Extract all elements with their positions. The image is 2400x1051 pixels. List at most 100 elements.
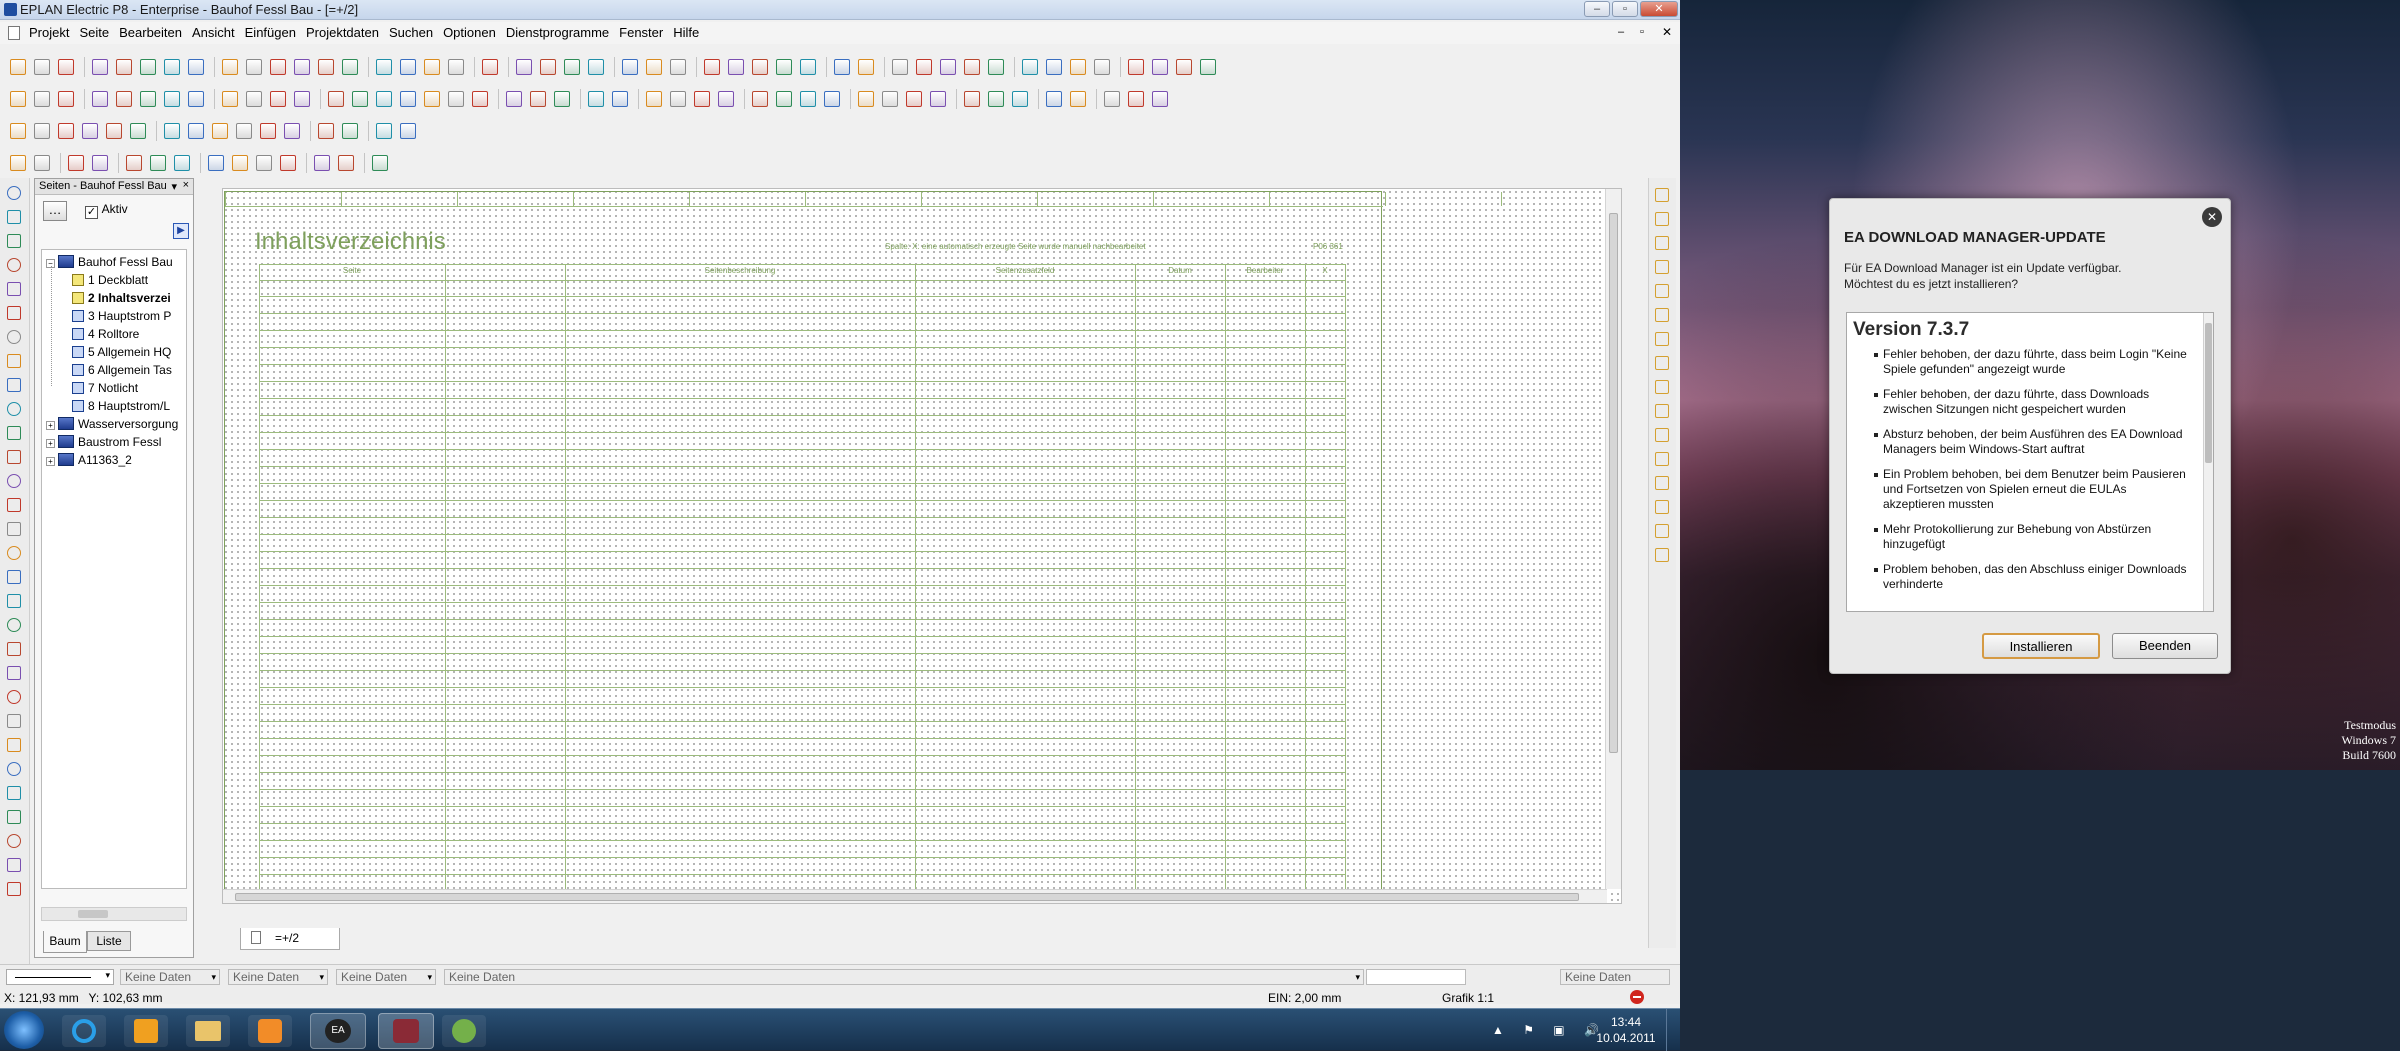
show-desktop-button[interactable]	[1666, 1009, 1680, 1051]
toolbar-tool-icon[interactable]	[376, 59, 392, 75]
toolbar-tool-icon[interactable]	[82, 123, 98, 139]
drawing-tool-icon[interactable]	[7, 186, 21, 200]
toolbar-tool-icon[interactable]	[372, 155, 388, 171]
drawing-tool-icon[interactable]	[7, 450, 21, 464]
canvas-hscrollbar[interactable]	[223, 889, 1607, 903]
toolbar-tool-icon[interactable]	[670, 59, 686, 75]
toolbar-tool-icon[interactable]	[554, 91, 570, 107]
drawing-tool-icon[interactable]	[7, 474, 21, 488]
tree-node[interactable]: 5 Allgemein HQ	[72, 344, 171, 361]
maximize-button[interactable]: ▫	[1612, 1, 1638, 17]
toolbar-tool-icon[interactable]	[1128, 59, 1144, 75]
toolbar-tool-icon[interactable]	[10, 59, 26, 75]
toolbar-tool-icon[interactable]	[58, 123, 74, 139]
symbol-tool-icon[interactable]	[1655, 500, 1669, 514]
symbol-tool-icon[interactable]	[1655, 428, 1669, 442]
toolbar-tool-icon[interactable]	[752, 59, 768, 75]
toolbar-tool-icon[interactable]	[752, 91, 768, 107]
toolbar-tool-icon[interactable]	[1200, 59, 1216, 75]
toolbar-tool-icon[interactable]	[448, 59, 464, 75]
install-button[interactable]: Installieren	[1982, 633, 2100, 659]
combo-5[interactable]: Keine Daten	[1560, 969, 1670, 985]
toolbar-tool-icon[interactable]	[318, 123, 334, 139]
tree-node[interactable]: − Bauhof Fessl Bau	[46, 254, 173, 271]
checkbox-box[interactable]: ✓	[85, 206, 98, 219]
toolbar-tool-icon[interactable]	[1046, 91, 1062, 107]
notes-scrollbar[interactable]	[2203, 313, 2213, 611]
expand-toggle-icon[interactable]: +	[46, 439, 55, 448]
toolbar-tool-icon[interactable]	[92, 155, 108, 171]
toolbar-tool-icon[interactable]	[506, 91, 522, 107]
toolbar-tool-icon[interactable]	[940, 59, 956, 75]
toolbar-tool-icon[interactable]	[164, 59, 180, 75]
tray-icons[interactable]: ▲ ⚑ ▣ 🔊	[1492, 1023, 1607, 1037]
toolbar-tool-icon[interactable]	[58, 59, 74, 75]
toolbar-tool-icon[interactable]	[376, 91, 392, 107]
apply-filter-button[interactable]: ▶	[173, 223, 189, 239]
toolbar-tool-icon[interactable]	[424, 59, 440, 75]
tree-node[interactable]: + Wasserversorgung	[46, 416, 178, 433]
symbol-tool-icon[interactable]	[1655, 284, 1669, 298]
expand-toggle-icon[interactable]: +	[46, 457, 55, 466]
toolbar-tool-icon[interactable]	[694, 91, 710, 107]
toolbar-tool-icon[interactable]	[338, 155, 354, 171]
drawing-tool-icon[interactable]	[7, 522, 21, 536]
drawing-tool-icon[interactable]	[7, 858, 21, 872]
toolbar-tool-icon[interactable]	[208, 155, 224, 171]
toolbar-tool-icon[interactable]	[892, 59, 908, 75]
menu-item-suchen[interactable]: Suchen	[384, 22, 438, 43]
symbol-tool-icon[interactable]	[1655, 380, 1669, 394]
error-indicator-icon[interactable]	[1630, 990, 1644, 1004]
drawing-tool-icon[interactable]	[7, 498, 21, 512]
toolbar-tool-icon[interactable]	[472, 91, 488, 107]
tree-node[interactable]: + A11363_2	[46, 452, 132, 469]
toolbar-tool-icon[interactable]	[540, 59, 556, 75]
minimize-button[interactable]: –	[1584, 1, 1610, 17]
toolbar-tool-icon[interactable]	[858, 91, 874, 107]
toolbar-tool-icon[interactable]	[800, 91, 816, 107]
toolbar-tool-icon[interactable]	[10, 155, 26, 171]
ea-taskbar-icon[interactable]: EA	[310, 1013, 366, 1049]
toolbar-tool-icon[interactable]	[318, 59, 334, 75]
menu-item-dienstprogramme[interactable]: Dienstprogramme	[501, 22, 614, 43]
toolbar-tool-icon[interactable]	[116, 91, 132, 107]
symbol-tool-icon[interactable]	[1655, 332, 1669, 346]
toolbar-tool-icon[interactable]	[150, 155, 166, 171]
tree-node[interactable]: 8 Hauptstrom/L	[72, 398, 170, 415]
media-player-taskbar-icon[interactable]	[248, 1015, 292, 1047]
drawing-tool-icon[interactable]	[7, 762, 21, 776]
toolbar-tool-icon[interactable]	[34, 91, 50, 107]
toolbar-tool-icon[interactable]	[188, 91, 204, 107]
toolbar-tool-icon[interactable]	[400, 123, 416, 139]
toolbar-tool-icon[interactable]	[564, 59, 580, 75]
toolbar-tool-icon[interactable]	[646, 59, 662, 75]
toolbar-tool-icon[interactable]	[988, 59, 1004, 75]
tree-node[interactable]: 4 Rolltore	[72, 326, 139, 343]
toolbar-tool-icon[interactable]	[164, 91, 180, 107]
outlook-taskbar-icon[interactable]	[124, 1015, 168, 1047]
drawing-tool-icon[interactable]	[7, 834, 21, 848]
toolbar-tool-icon[interactable]	[294, 59, 310, 75]
toolbar-tool-icon[interactable]	[126, 155, 142, 171]
tree-node[interactable]: 6 Allgemein Tas	[72, 362, 172, 379]
symbol-tool-icon[interactable]	[1655, 548, 1669, 562]
toolbar-tool-icon[interactable]	[612, 91, 628, 107]
toolbar-tool-icon[interactable]	[342, 123, 358, 139]
symbol-tool-icon[interactable]	[1655, 212, 1669, 226]
aktiv-checkbox[interactable]: ✓ Aktiv	[85, 201, 128, 219]
quit-button[interactable]: Beenden	[2112, 633, 2218, 659]
toolbar-tool-icon[interactable]	[906, 91, 922, 107]
toolbar-tool-icon[interactable]	[728, 59, 744, 75]
toolbar-tool-icon[interactable]	[824, 91, 840, 107]
toolbar-tool-icon[interactable]	[140, 91, 156, 107]
toolbar-tool-icon[interactable]	[34, 123, 50, 139]
toolbar-tool-icon[interactable]	[1012, 91, 1028, 107]
toolbar-tool-icon[interactable]	[858, 59, 874, 75]
drawing-tool-icon[interactable]	[7, 282, 21, 296]
toolbar-tool-icon[interactable]	[834, 59, 850, 75]
symbol-tool-icon[interactable]	[1655, 188, 1669, 202]
toolbar-tool-icon[interactable]	[424, 91, 440, 107]
toolbar-tool-icon[interactable]	[294, 91, 310, 107]
toolbar-tool-icon[interactable]	[1176, 59, 1192, 75]
expand-toggle-icon[interactable]: +	[46, 421, 55, 430]
